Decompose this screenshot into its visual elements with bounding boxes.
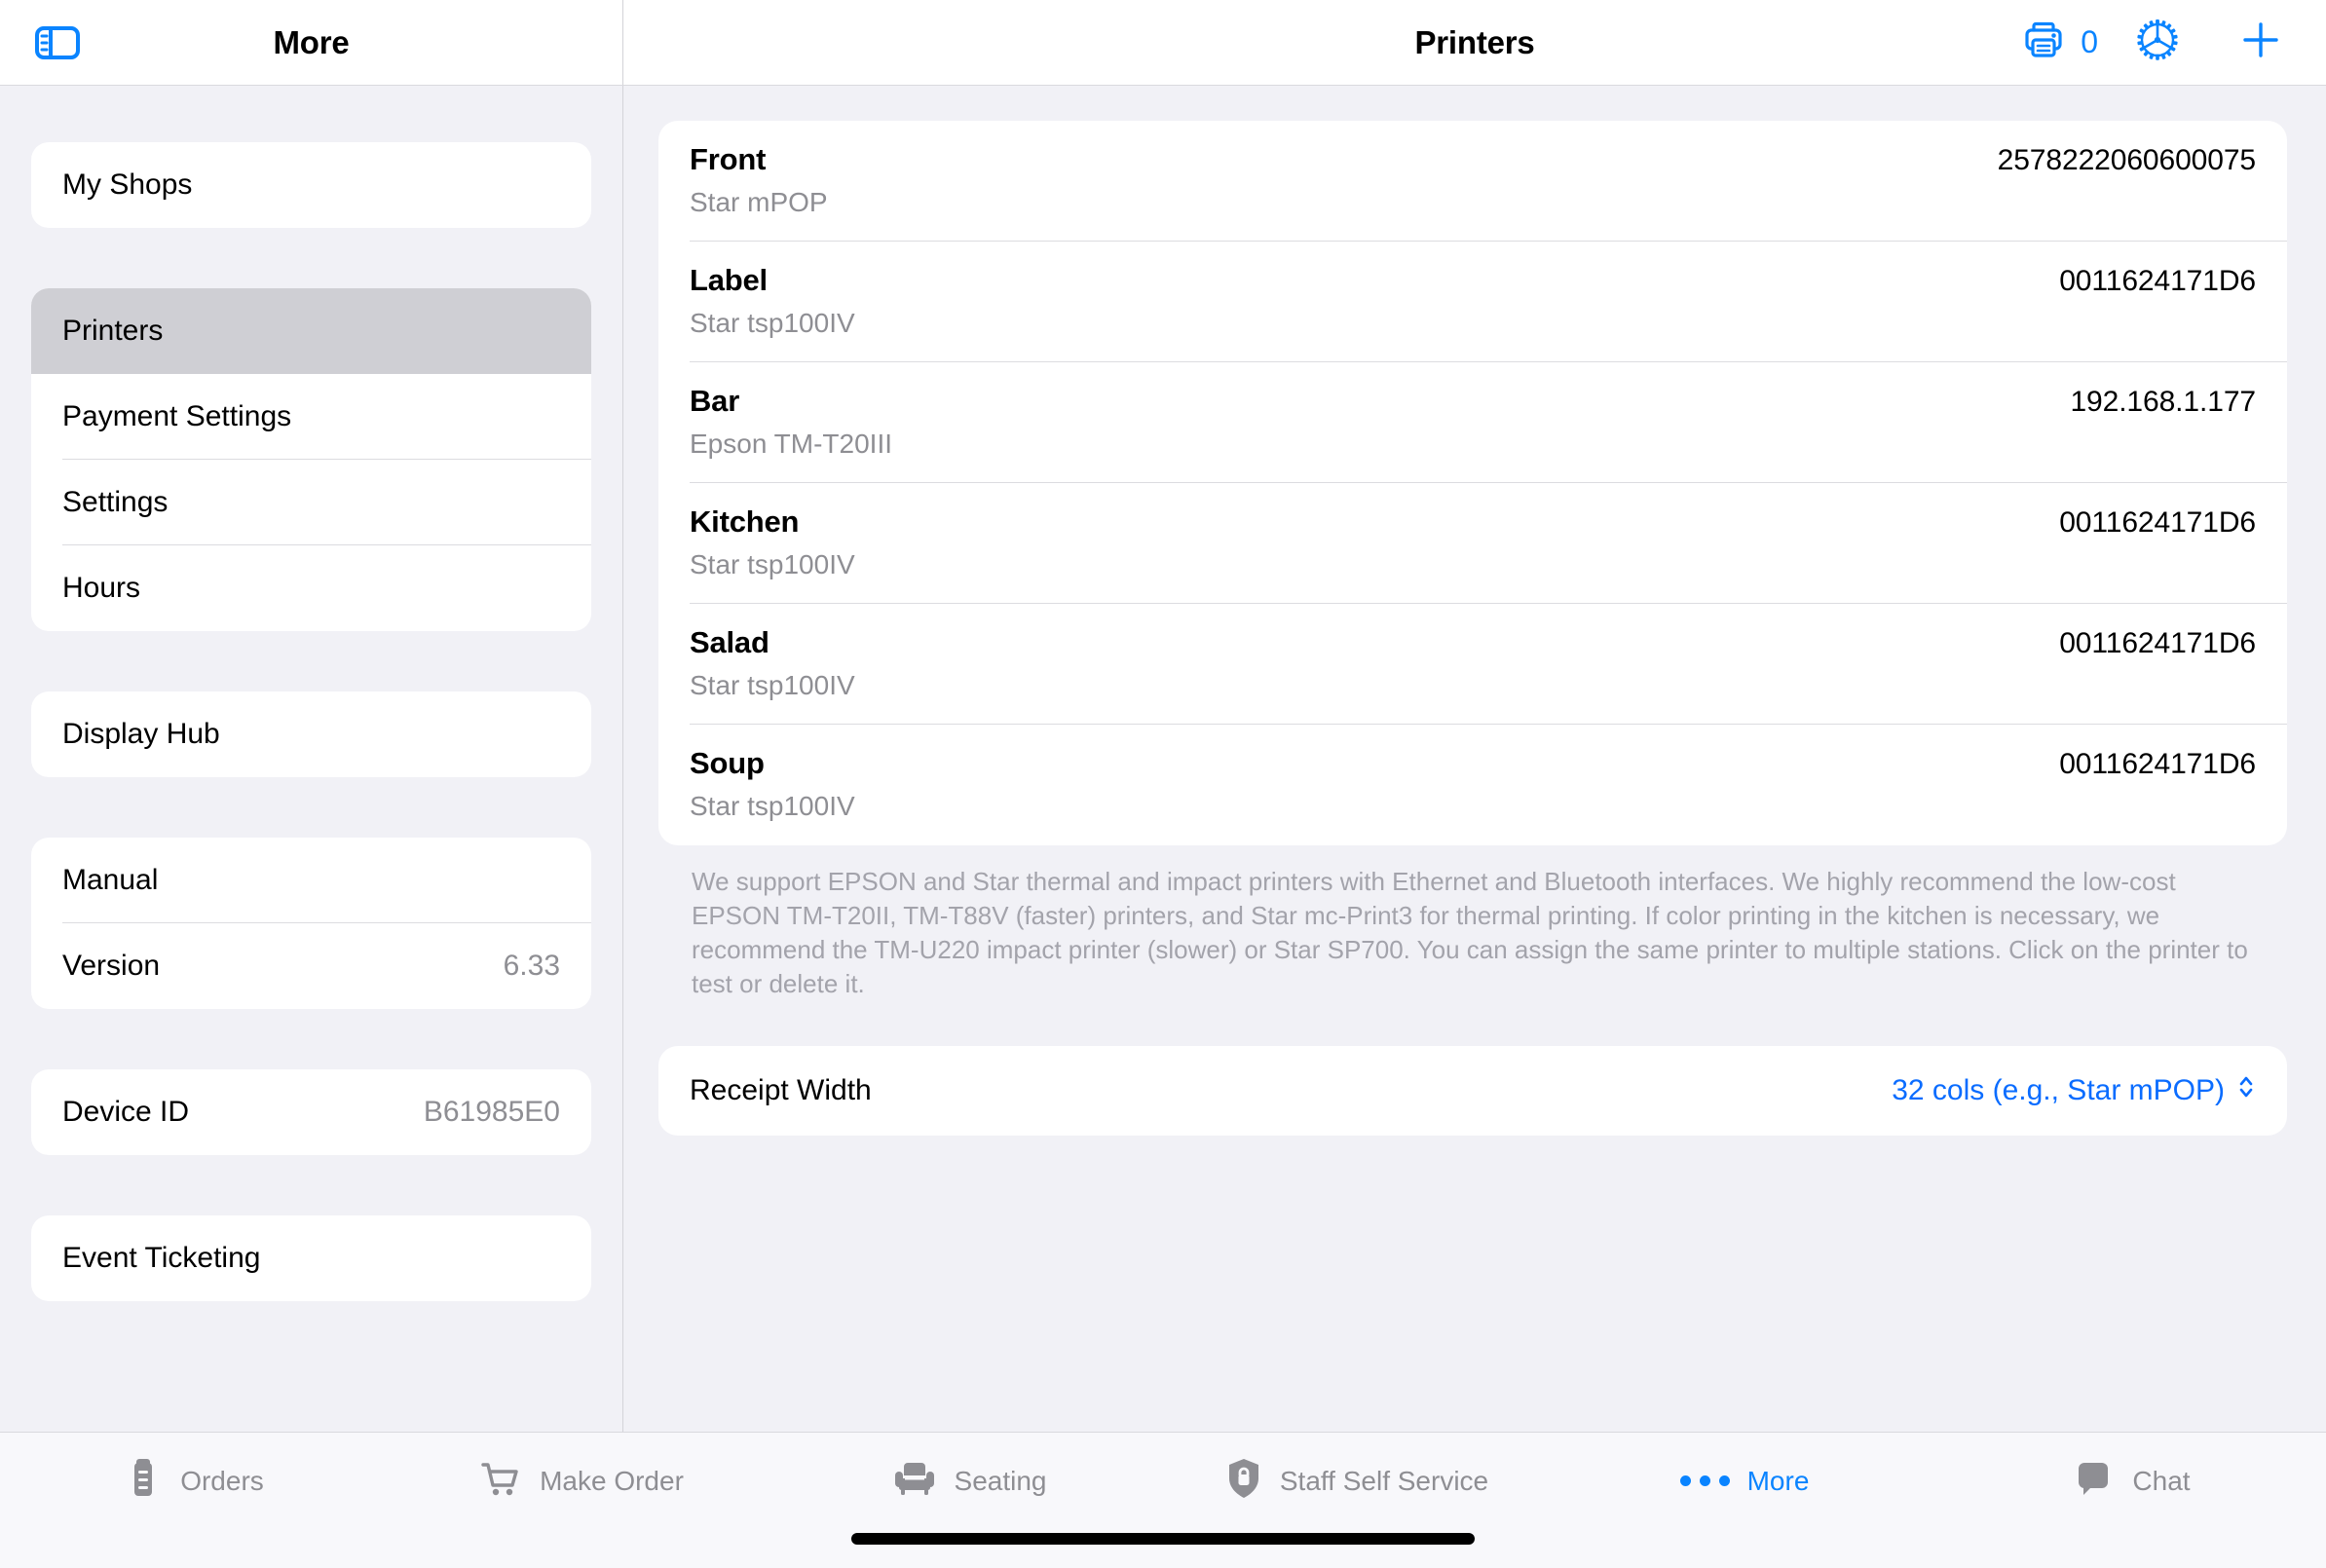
home-indicator-area <box>0 1529 2326 1568</box>
printer-identifier: 2578222060600075 <box>1997 144 2256 176</box>
printer-identifier: 0011624171D6 <box>2059 265 2256 297</box>
printer-identifier: 0011624171D6 <box>2059 506 2256 539</box>
sidebar-item-settings[interactable]: Settings <box>31 460 591 545</box>
printer-identifier: 0011624171D6 <box>2059 748 2256 780</box>
tab-label: Make Order <box>540 1465 684 1496</box>
printer-station-name: Bar <box>690 384 740 418</box>
clipboard-icon <box>124 1457 163 1505</box>
printer-model: Star tsp100IV <box>690 791 855 821</box>
top-bar-sidebar-section: More <box>0 0 623 85</box>
printer-identifier: 0011624171D6 <box>2059 627 2256 659</box>
armchair-icon <box>892 1458 937 1504</box>
tab-bar: Orders Make Order Seating Staff Self Ser… <box>0 1432 2326 1529</box>
table-row[interactable]: Salad 0011624171D6 Star tsp100IV <box>658 604 2287 725</box>
printer-station-name: Kitchen <box>690 504 800 539</box>
settings-button[interactable] <box>2108 16 2207 69</box>
sidebar-item-label: Hours <box>62 572 141 604</box>
printer-model: Epson TM-T20III <box>690 429 893 459</box>
printer-help-text: We support EPSON and Star thermal and im… <box>692 867 2248 999</box>
chevron-up-down-icon <box>2236 1071 2256 1110</box>
sidebar-page-title: More <box>273 23 350 60</box>
printer-station-name: Soup <box>690 746 765 780</box>
app-root: More Printers 0 My Shops Printers Paymen… <box>0 0 2326 1568</box>
chat-bubble-icon <box>2074 1458 2115 1504</box>
sidebar-item-payment-settings[interactable]: Payment Settings <box>31 374 591 460</box>
sidebar-item-manual[interactable]: Manual <box>31 838 591 923</box>
receipt-width-select[interactable]: 32 cols (e.g., Star mPOP) <box>1892 1071 2256 1110</box>
print-queue-count: 0 <box>2081 24 2098 59</box>
receipt-width-value: 32 cols (e.g., Star mPOP) <box>1892 1074 2225 1107</box>
top-bar-detail-section: Printers 0 <box>623 0 2326 85</box>
device-id-value: B61985E0 <box>423 1096 560 1128</box>
printer-station-name: Label <box>690 263 768 297</box>
sidebar-item-label: Device ID <box>62 1096 190 1128</box>
printer-list: Front 2578222060600075 Star mPOP Label 0… <box>658 121 2287 845</box>
printer-station-name: Front <box>690 142 767 176</box>
receipt-width-row: Receipt Width 32 cols (e.g., Star mPOP) <box>658 1046 2287 1136</box>
sidebar-item-label: Settings <box>62 486 169 518</box>
tab-chat[interactable]: Chat <box>1938 1458 2326 1504</box>
tab-orders[interactable]: Orders <box>0 1457 388 1505</box>
body-area: My Shops Printers Payment Settings Setti… <box>0 86 2326 1432</box>
sidebar-group-config: Printers Payment Settings Settings Hours <box>31 288 591 631</box>
sidebar-item-label: Manual <box>62 864 159 896</box>
tab-label: Staff Self Service <box>1279 1465 1489 1496</box>
printer-model: Star mPOP <box>690 187 828 217</box>
sidebar-item-label: Payment Settings <box>62 400 292 432</box>
receipt-width-card: Receipt Width 32 cols (e.g., Star mPOP) <box>658 1046 2287 1137</box>
sidebar-group-device: Device ID B61985E0 <box>31 1069 591 1155</box>
tab-seating[interactable]: Seating <box>775 1458 1163 1504</box>
tab-more[interactable]: More <box>1551 1466 1938 1497</box>
print-queue-button[interactable]: 0 <box>2010 17 2108 68</box>
table-row[interactable]: Bar 192.168.1.177 Epson TM-T20III <box>658 362 2287 483</box>
sidebar: My Shops Printers Payment Settings Setti… <box>0 86 623 1432</box>
sidebar-item-label: Event Ticketing <box>62 1242 261 1274</box>
sidebar-item-hours[interactable]: Hours <box>31 545 591 631</box>
sidebar-item-label: Printers <box>62 315 164 347</box>
tab-label: Chat <box>2132 1465 2191 1496</box>
tab-make-order[interactable]: Make Order <box>388 1457 775 1505</box>
main-content: Front 2578222060600075 Star mPOP Label 0… <box>623 86 2326 1432</box>
ellipsis-icon <box>1679 1475 1730 1486</box>
tab-label: Orders <box>180 1465 264 1496</box>
home-indicator[interactable] <box>851 1533 1475 1545</box>
sidebar-group-about: Manual Version 6.33 <box>31 838 591 1009</box>
table-row[interactable]: Label 0011624171D6 Star tsp100IV <box>658 242 2287 362</box>
add-printer-button[interactable] <box>2207 16 2291 69</box>
sidebar-item-printers[interactable]: Printers <box>31 288 591 374</box>
sidebar-item-my-shops[interactable]: My Shops <box>31 142 591 228</box>
table-row[interactable]: Soup 0011624171D6 Star tsp100IV <box>658 725 2287 845</box>
table-row[interactable]: Front 2578222060600075 Star mPOP <box>658 121 2287 242</box>
receipt-width-label: Receipt Width <box>690 1074 872 1107</box>
gear-icon <box>2133 16 2182 69</box>
printer-station-name: Salad <box>690 625 769 659</box>
sidebar-item-version: Version 6.33 <box>31 923 591 1009</box>
sidebar-group-shops: My Shops <box>31 142 591 228</box>
cart-icon <box>479 1457 522 1505</box>
sidebar-item-label: Version <box>62 950 161 982</box>
tab-label: More <box>1746 1465 1810 1496</box>
printer-identifier: 192.168.1.177 <box>2070 386 2256 418</box>
sidebar-group-ticketing: Event Ticketing <box>31 1215 591 1301</box>
sidebar-group-display: Display Hub <box>31 691 591 777</box>
sidebar-item-label: My Shops <box>62 168 193 201</box>
sidebar-item-label: Display Hub <box>62 718 220 750</box>
printer-model: Star tsp100IV <box>690 670 855 700</box>
sidebar-toggle-icon[interactable] <box>31 17 84 69</box>
version-value: 6.33 <box>503 950 560 982</box>
tab-staff-self-service[interactable]: Staff Self Service <box>1163 1456 1551 1506</box>
plus-icon <box>2236 16 2285 69</box>
sidebar-item-display-hub[interactable]: Display Hub <box>31 691 591 777</box>
table-row[interactable]: Kitchen 0011624171D6 Star tsp100IV <box>658 483 2287 604</box>
printer-model: Star tsp100IV <box>690 549 855 579</box>
shield-lock-icon <box>1225 1456 1262 1506</box>
tab-label: Seating <box>954 1465 1047 1496</box>
printer-icon <box>2020 17 2067 68</box>
top-bar-actions: 0 <box>2010 16 2326 69</box>
sidebar-item-event-ticketing[interactable]: Event Ticketing <box>31 1215 591 1301</box>
printer-model: Star tsp100IV <box>690 308 855 338</box>
sidebar-item-device-id: Device ID B61985E0 <box>31 1069 591 1155</box>
top-bar: More Printers 0 <box>0 0 2326 86</box>
